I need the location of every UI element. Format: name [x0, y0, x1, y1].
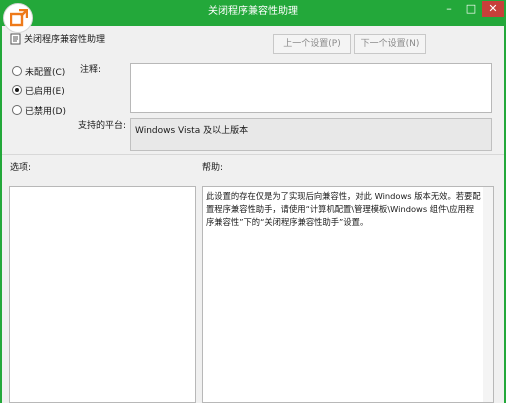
- previous-setting-button[interactable]: 上一个设置(P): [273, 34, 351, 54]
- radio-button[interactable]: [12, 85, 22, 95]
- comment-textbox[interactable]: [130, 63, 492, 113]
- options-label: 选项:: [10, 163, 32, 173]
- title-bar[interactable]: 关闭程序兼容性助理 – □ ✕: [0, 0, 506, 26]
- app-logo-icon: [10, 9, 28, 27]
- app-icon: [3, 3, 33, 33]
- help-pane[interactable]: 此设置的存在仅是为了实现后向兼容性，对此 Windows 版本无效。若要配置程序…: [202, 186, 494, 403]
- radio-button[interactable]: [12, 105, 22, 115]
- platform-value: Windows Vista 及以上版本: [130, 118, 492, 151]
- platform-label: 支持的平台:: [78, 121, 127, 131]
- comment-label: 注释:: [80, 65, 102, 75]
- radio-enabled[interactable]: 已启用(E): [12, 83, 65, 97]
- dialog-content: 关闭程序兼容性助理 上一个设置(P) 下一个设置(N) 未配置(C) 已启用(E…: [2, 26, 504, 403]
- close-button[interactable]: ✕: [482, 1, 504, 17]
- section-divider: [2, 154, 504, 155]
- next-setting-button[interactable]: 下一个设置(N): [354, 34, 426, 54]
- radio-label: 未配置(C): [25, 67, 66, 78]
- radio-label: 已启用(E): [25, 86, 65, 97]
- policy-setting-icon: [10, 33, 22, 45]
- radio-button[interactable]: [12, 66, 22, 76]
- help-label: 帮助:: [202, 163, 224, 173]
- dialog-window: 关闭程序兼容性助理 – □ ✕ 关闭程序兼容性助理 上一个设置(P) 下一个设置…: [0, 0, 506, 403]
- help-text: 此设置的存在仅是为了实现后向兼容性，对此 Windows 版本无效。若要配置程序…: [206, 191, 481, 227]
- policy-name: 关闭程序兼容性助理: [24, 35, 106, 45]
- radio-not-configured[interactable]: 未配置(C): [12, 64, 65, 78]
- window-title: 关闭程序兼容性助理: [208, 6, 298, 17]
- options-pane[interactable]: [9, 186, 196, 403]
- radio-disabled[interactable]: 已禁用(D): [12, 103, 66, 117]
- maximize-button[interactable]: □: [460, 1, 482, 17]
- help-scrollbar[interactable]: [483, 187, 493, 402]
- radio-label: 已禁用(D): [25, 106, 66, 117]
- minimize-button[interactable]: –: [438, 1, 460, 17]
